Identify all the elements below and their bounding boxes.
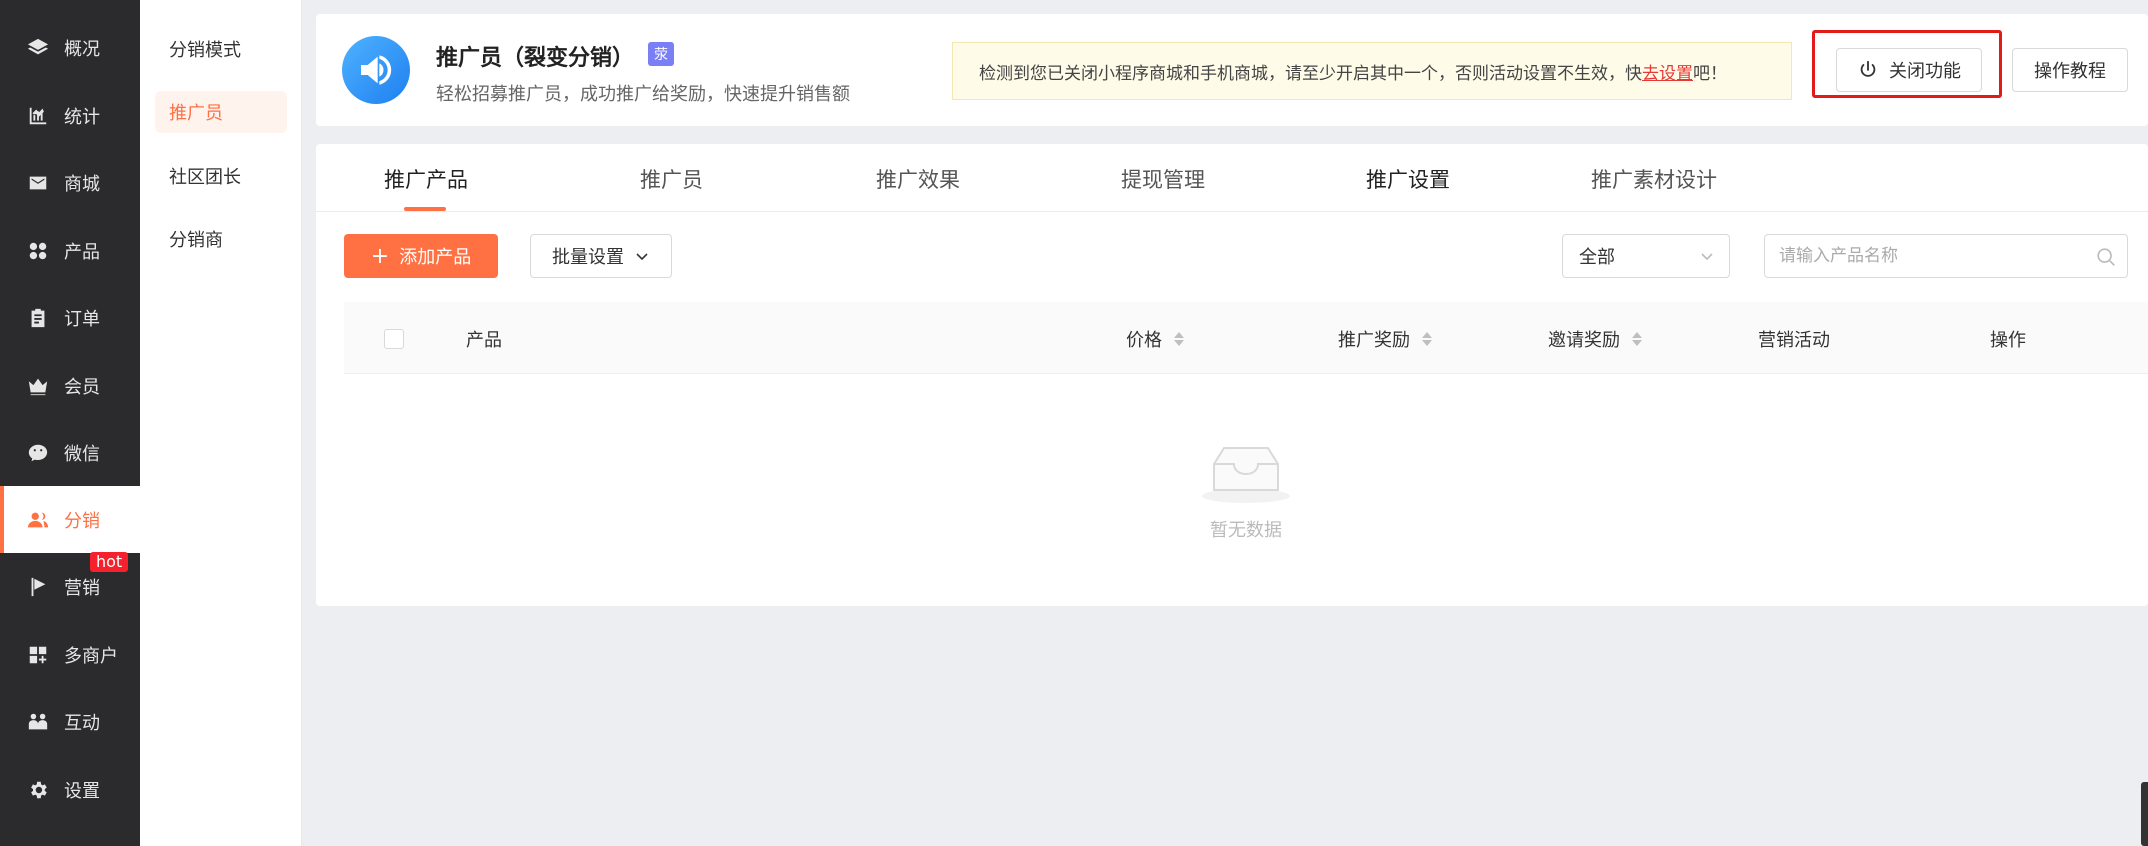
store-icon	[26, 643, 50, 667]
nav-item-distribution[interactable]: 分销	[0, 486, 140, 553]
column-label: 操作	[1990, 330, 2026, 351]
close-feature-button[interactable]: 关闭功能	[1836, 48, 1982, 92]
subnav-item-distributor[interactable]: 分销商	[155, 218, 287, 260]
add-product-label: 添加产品	[399, 247, 472, 268]
nav-label: 产品	[64, 241, 100, 263]
main-sidebar-lower: 营销 多商户 互动 设置	[0, 553, 140, 846]
hot-badge: hot	[90, 552, 129, 572]
empty-text: 暂无数据	[1210, 520, 1282, 541]
active-tab-indicator	[404, 207, 446, 211]
plus-icon: +	[370, 243, 390, 269]
warning-notice: 检测到您已关闭小程序商城和手机商城，请至少开启其中一个，否则活动设置不生效，快去…	[952, 42, 1792, 100]
nav-label: 营销	[64, 577, 100, 599]
column-invite-reward[interactable]: 邀请奖励	[1548, 326, 1642, 352]
select-all-checkbox[interactable]	[384, 329, 404, 349]
empty-box-icon	[1202, 447, 1290, 503]
main-card: 推广产品 推广员 推广效果 提现管理 推广设置 推广素材设计 + 添加产品 批量…	[316, 144, 2148, 606]
nav-label: 商城	[64, 173, 100, 195]
status-filter-select[interactable]: 全部	[1562, 234, 1730, 278]
column-promotion-reward[interactable]: 推广奖励	[1338, 326, 1432, 352]
nav-label: 统计	[64, 106, 100, 128]
chart-icon	[26, 104, 50, 128]
column-label: 邀请奖励	[1548, 330, 1620, 351]
tab-promoters[interactable]: 推广员	[640, 164, 703, 194]
column-price[interactable]: 价格	[1126, 326, 1184, 352]
nav-item-members[interactable]: 会员	[0, 352, 140, 419]
sort-icon[interactable]	[1174, 332, 1184, 346]
subnav-item-promoter[interactable]: 推广员	[155, 91, 287, 133]
layers-icon	[26, 36, 50, 60]
nav-item-settings[interactable]: 设置	[0, 756, 140, 823]
page-subtitle: 轻松招募推广员，成功推广给奖励，快速提升销售额	[436, 84, 850, 105]
chevron-down-icon	[636, 253, 648, 261]
nav-item-statistics[interactable]: 统计	[0, 82, 140, 149]
product-search-input[interactable]	[1765, 235, 2127, 277]
column-label: 价格	[1126, 330, 1162, 351]
status-filter-value: 全部	[1579, 247, 1615, 268]
tab-promotion-effect[interactable]: 推广效果	[876, 164, 960, 194]
column-product: 产品	[466, 326, 502, 352]
nav-label: 分销	[64, 510, 100, 532]
batch-settings-dropdown[interactable]: 批量设置	[530, 234, 672, 278]
nav-label: 订单	[64, 308, 100, 330]
go-settings-link[interactable]: 去设置	[1642, 59, 1693, 84]
tab-promotion-settings[interactable]: 推广设置	[1366, 164, 1450, 194]
batch-settings-label: 批量设置	[552, 247, 624, 268]
nav-item-wechat[interactable]: 微信	[0, 419, 140, 486]
nav-item-interaction[interactable]: 互动	[0, 688, 140, 755]
table-header: 产品 价格 推广奖励 邀请奖励 营销活动 操作	[344, 302, 2148, 374]
mail-icon	[26, 171, 50, 195]
search-icon[interactable]	[2095, 246, 2117, 268]
product-search-box	[1764, 234, 2128, 278]
page-title: 推广员（裂变分销）	[436, 46, 635, 71]
nav-label: 互动	[64, 712, 100, 734]
notice-suffix: 吧！	[1693, 63, 1727, 84]
clipboard-icon	[26, 306, 50, 330]
empty-state: 暂无数据	[1186, 440, 1306, 542]
scrollbar[interactable]	[2141, 782, 2148, 846]
nav-label: 多商户	[64, 645, 118, 667]
people-icon	[26, 710, 50, 734]
grid-icon	[26, 239, 50, 263]
gear-icon	[26, 778, 50, 802]
power-icon	[1860, 60, 1876, 77]
tab-withdrawal-management[interactable]: 提现管理	[1121, 164, 1205, 194]
flag-icon	[26, 575, 50, 599]
tab-promoted-products[interactable]: 推广产品	[384, 164, 468, 194]
tutorial-button[interactable]: 操作教程	[2012, 48, 2128, 92]
tab-bar: 推广产品 推广员 推广效果 提现管理 推广设置 推广素材设计	[316, 144, 2148, 212]
nav-label: 微信	[64, 443, 100, 465]
notice-text: 检测到您已关闭小程序商城和手机商城，请至少开启其中一个，否则活动设置不生效，快	[979, 63, 1642, 84]
megaphone-icon	[342, 36, 410, 104]
wechat-icon	[26, 441, 50, 465]
sub-sidebar: 分销模式 推广员 社区团长 分销商	[140, 0, 302, 846]
column-marketing-activity: 营销活动	[1758, 326, 1830, 352]
close-feature-label: 关闭功能	[1889, 61, 1961, 82]
sort-icon[interactable]	[1632, 332, 1642, 346]
column-actions: 操作	[1990, 326, 2026, 352]
subnav-item-community-leader[interactable]: 社区团长	[155, 155, 287, 197]
chevron-down-icon	[1701, 253, 1713, 261]
subnav-item-distribution-mode[interactable]: 分销模式	[155, 28, 287, 70]
tab-promo-material-design[interactable]: 推广素材设计	[1591, 164, 1717, 194]
column-label: 产品	[466, 330, 502, 351]
nav-item-multi-merchant[interactable]: 多商户	[0, 621, 140, 688]
nav-label: 概况	[64, 38, 100, 60]
crown-icon	[26, 374, 50, 398]
nav-label: 设置	[64, 780, 100, 802]
users-icon	[26, 508, 50, 532]
add-product-button[interactable]: + 添加产品	[344, 234, 498, 278]
nav-label: 会员	[64, 376, 100, 398]
sort-icon[interactable]	[1422, 332, 1432, 346]
nav-item-mall[interactable]: 商城	[0, 149, 140, 216]
column-label: 推广奖励	[1338, 330, 1410, 351]
nav-item-products[interactable]: 产品	[0, 217, 140, 284]
nav-item-orders[interactable]: 订单	[0, 284, 140, 351]
nav-item-overview[interactable]: 概况	[0, 14, 140, 81]
feature-tag: 荥	[648, 42, 674, 66]
column-label: 营销活动	[1758, 330, 1830, 351]
